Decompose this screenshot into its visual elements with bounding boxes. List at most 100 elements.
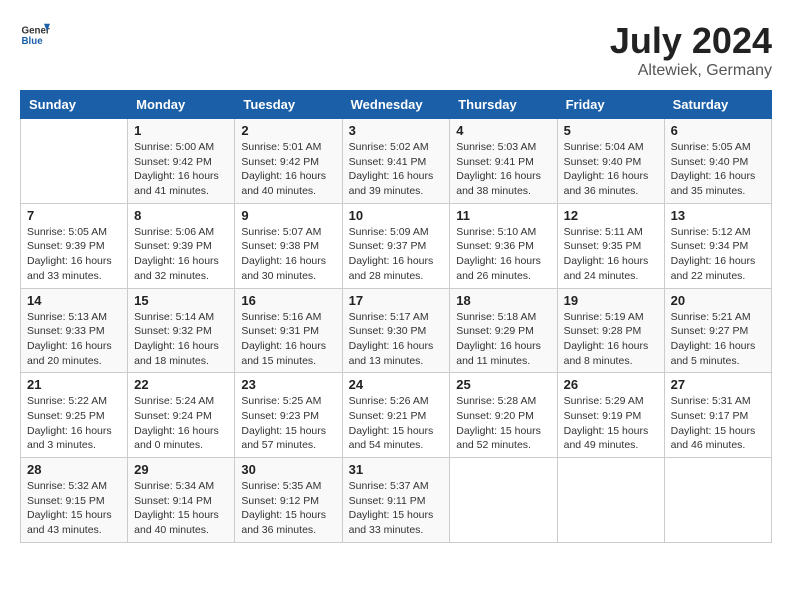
col-friday: Friday (557, 91, 664, 119)
calendar-cell: 25Sunrise: 5:28 AM Sunset: 9:20 PM Dayli… (450, 373, 557, 458)
day-info: Sunrise: 5:32 AM Sunset: 9:15 PM Dayligh… (27, 479, 121, 538)
day-number: 21 (27, 377, 121, 392)
calendar-cell: 26 Sunrise: 5:29 AM Sunset: 9:19 PM Dayli… (557, 373, 664, 458)
calendar-cell: 16Sunrise: 5:16 AM Sunset: 9:31 PM Dayli… (235, 288, 342, 373)
day-info: Sunrise: 5:16 AM Sunset: 9:31 PM Dayligh… (241, 310, 335, 369)
calendar-cell: 6Sunrise: 5:05 AM Sunset: 9:40 PM Daylig… (664, 119, 771, 204)
calendar-cell: 7 Sunrise: 5:05 AM Sunset: 9:39 PM Daylig… (21, 203, 128, 288)
calendar-cell: 5 Sunrise: 5:04 AM Sunset: 9:40 PM Daylig… (557, 119, 664, 204)
calendar-cell: 17 Sunrise: 5:17 AM Sunset: 9:30 PM Dayli… (342, 288, 450, 373)
day-number: 20 (671, 293, 765, 308)
day-info: Sunrise: 5:28 AM Sunset: 9:20 PM Dayligh… (456, 394, 550, 453)
day-number: 19 (564, 293, 658, 308)
calendar-cell: 18 Sunrise: 5:18 AM Sunset: 9:29 PM Dayli… (450, 288, 557, 373)
day-number: 17 (349, 293, 444, 308)
day-number: 23 (241, 377, 335, 392)
calendar-cell: 8Sunrise: 5:06 AM Sunset: 9:39 PM Daylig… (128, 203, 235, 288)
day-number: 10 (349, 208, 444, 223)
day-info: Sunrise: 5:12 AM Sunset: 9:34 PM Dayligh… (671, 225, 765, 284)
day-info: Sunrise: 5:34 AM Sunset: 9:14 PM Dayligh… (134, 479, 228, 538)
day-number: 3 (349, 123, 444, 138)
day-number: 12 (564, 208, 658, 223)
calendar-cell: 21 Sunrise: 5:22 AM Sunset: 9:25 PM Dayli… (21, 373, 128, 458)
calendar-cell (664, 458, 771, 543)
week-row-1: 7 Sunrise: 5:05 AM Sunset: 9:39 PM Daylig… (21, 203, 772, 288)
day-info: Sunrise: 5:22 AM Sunset: 9:25 PM Dayligh… (27, 394, 121, 453)
col-thursday: Thursday (450, 91, 557, 119)
day-info: Sunrise: 5:17 AM Sunset: 9:30 PM Dayligh… (349, 310, 444, 369)
calendar-cell (557, 458, 664, 543)
calendar-cell: 29 Sunrise: 5:34 AM Sunset: 9:14 PM Dayli… (128, 458, 235, 543)
title-section: July 2024 Altewiek, Germany (610, 20, 772, 80)
day-info: Sunrise: 5:01 AM Sunset: 9:42 PM Dayligh… (241, 140, 335, 199)
day-info: Sunrise: 5:14 AM Sunset: 9:32 PM Dayligh… (134, 310, 228, 369)
day-info: Sunrise: 5:25 AM Sunset: 9:23 PM Dayligh… (241, 394, 335, 453)
day-number: 18 (456, 293, 550, 308)
day-number: 2 (241, 123, 335, 138)
calendar-cell: 2 Sunrise: 5:01 AM Sunset: 9:42 PM Daylig… (235, 119, 342, 204)
day-number: 5 (564, 123, 658, 138)
week-row-3: 21 Sunrise: 5:22 AM Sunset: 9:25 PM Dayli… (21, 373, 772, 458)
day-info: Sunrise: 5:05 AM Sunset: 9:39 PM Dayligh… (27, 225, 121, 284)
day-number: 29 (134, 462, 228, 477)
calendar-cell: 15 Sunrise: 5:14 AM Sunset: 9:32 PM Dayli… (128, 288, 235, 373)
day-info: Sunrise: 5:19 AM Sunset: 9:28 PM Dayligh… (564, 310, 658, 369)
col-tuesday: Tuesday (235, 91, 342, 119)
col-wednesday: Wednesday (342, 91, 450, 119)
calendar-cell: 9 Sunrise: 5:07 AM Sunset: 9:38 PM Daylig… (235, 203, 342, 288)
calendar-body: 1 Sunrise: 5:00 AM Sunset: 9:42 PM Daylig… (21, 119, 772, 543)
day-number: 9 (241, 208, 335, 223)
day-number: 1 (134, 123, 228, 138)
svg-text:Blue: Blue (22, 36, 44, 47)
day-info: Sunrise: 5:24 AM Sunset: 9:24 PM Dayligh… (134, 394, 228, 453)
calendar-cell (450, 458, 557, 543)
day-number: 15 (134, 293, 228, 308)
calendar-cell: 19 Sunrise: 5:19 AM Sunset: 9:28 PM Dayli… (557, 288, 664, 373)
day-info: Sunrise: 5:07 AM Sunset: 9:38 PM Dayligh… (241, 225, 335, 284)
calendar-cell: 28 Sunrise: 5:32 AM Sunset: 9:15 PM Dayli… (21, 458, 128, 543)
calendar-cell: 30 Sunrise: 5:35 AM Sunset: 9:12 PM Dayli… (235, 458, 342, 543)
calendar-cell: 3 Sunrise: 5:02 AM Sunset: 9:41 PM Daylig… (342, 119, 450, 204)
day-info: Sunrise: 5:37 AM Sunset: 9:11 PM Dayligh… (349, 479, 444, 538)
day-number: 11 (456, 208, 550, 223)
calendar-cell: 20 Sunrise: 5:21 AM Sunset: 9:27 PM Dayli… (664, 288, 771, 373)
calendar-cell (21, 119, 128, 204)
day-info: Sunrise: 5:18 AM Sunset: 9:29 PM Dayligh… (456, 310, 550, 369)
week-row-0: 1 Sunrise: 5:00 AM Sunset: 9:42 PM Daylig… (21, 119, 772, 204)
day-info: Sunrise: 5:11 AM Sunset: 9:35 PM Dayligh… (564, 225, 658, 284)
day-number: 6 (671, 123, 765, 138)
day-number: 13 (671, 208, 765, 223)
col-sunday: Sunday (21, 91, 128, 119)
calendar-cell: 11Sunrise: 5:10 AM Sunset: 9:36 PM Dayli… (450, 203, 557, 288)
col-monday: Monday (128, 91, 235, 119)
calendar-cell: 1 Sunrise: 5:00 AM Sunset: 9:42 PM Daylig… (128, 119, 235, 204)
day-info: Sunrise: 5:31 AM Sunset: 9:17 PM Dayligh… (671, 394, 765, 453)
calendar-table: Sunday Monday Tuesday Wednesday Thursday… (20, 90, 772, 543)
day-number: 28 (27, 462, 121, 477)
calendar-cell: 31 Sunrise: 5:37 AM Sunset: 9:11 PM Dayli… (342, 458, 450, 543)
calendar-cell: 10Sunrise: 5:09 AM Sunset: 9:37 PM Dayli… (342, 203, 450, 288)
day-number: 30 (241, 462, 335, 477)
day-info: Sunrise: 5:21 AM Sunset: 9:27 PM Dayligh… (671, 310, 765, 369)
day-number: 26 (564, 377, 658, 392)
day-info: Sunrise: 5:03 AM Sunset: 9:41 PM Dayligh… (456, 140, 550, 199)
calendar-cell: 23 Sunrise: 5:25 AM Sunset: 9:23 PM Dayli… (235, 373, 342, 458)
day-number: 7 (27, 208, 121, 223)
logo-icon: General Blue (20, 20, 50, 50)
day-info: Sunrise: 5:00 AM Sunset: 9:42 PM Dayligh… (134, 140, 228, 199)
day-info: Sunrise: 5:04 AM Sunset: 9:40 PM Dayligh… (564, 140, 658, 199)
calendar-cell: 4 Sunrise: 5:03 AM Sunset: 9:41 PM Daylig… (450, 119, 557, 204)
location: Altewiek, Germany (610, 62, 772, 80)
day-number: 4 (456, 123, 550, 138)
day-number: 31 (349, 462, 444, 477)
calendar-header: Sunday Monday Tuesday Wednesday Thursday… (21, 91, 772, 119)
day-info: Sunrise: 5:02 AM Sunset: 9:41 PM Dayligh… (349, 140, 444, 199)
day-info: Sunrise: 5:35 AM Sunset: 9:12 PM Dayligh… (241, 479, 335, 538)
calendar-cell: 12 Sunrise: 5:11 AM Sunset: 9:35 PM Dayli… (557, 203, 664, 288)
day-info: Sunrise: 5:13 AM Sunset: 9:33 PM Dayligh… (27, 310, 121, 369)
calendar-cell: 22 Sunrise: 5:24 AM Sunset: 9:24 PM Dayli… (128, 373, 235, 458)
calendar-cell: 13 Sunrise: 5:12 AM Sunset: 9:34 PM Dayli… (664, 203, 771, 288)
day-info: Sunrise: 5:29 AM Sunset: 9:19 PM Dayligh… (564, 394, 658, 453)
day-number: 22 (134, 377, 228, 392)
day-number: 14 (27, 293, 121, 308)
